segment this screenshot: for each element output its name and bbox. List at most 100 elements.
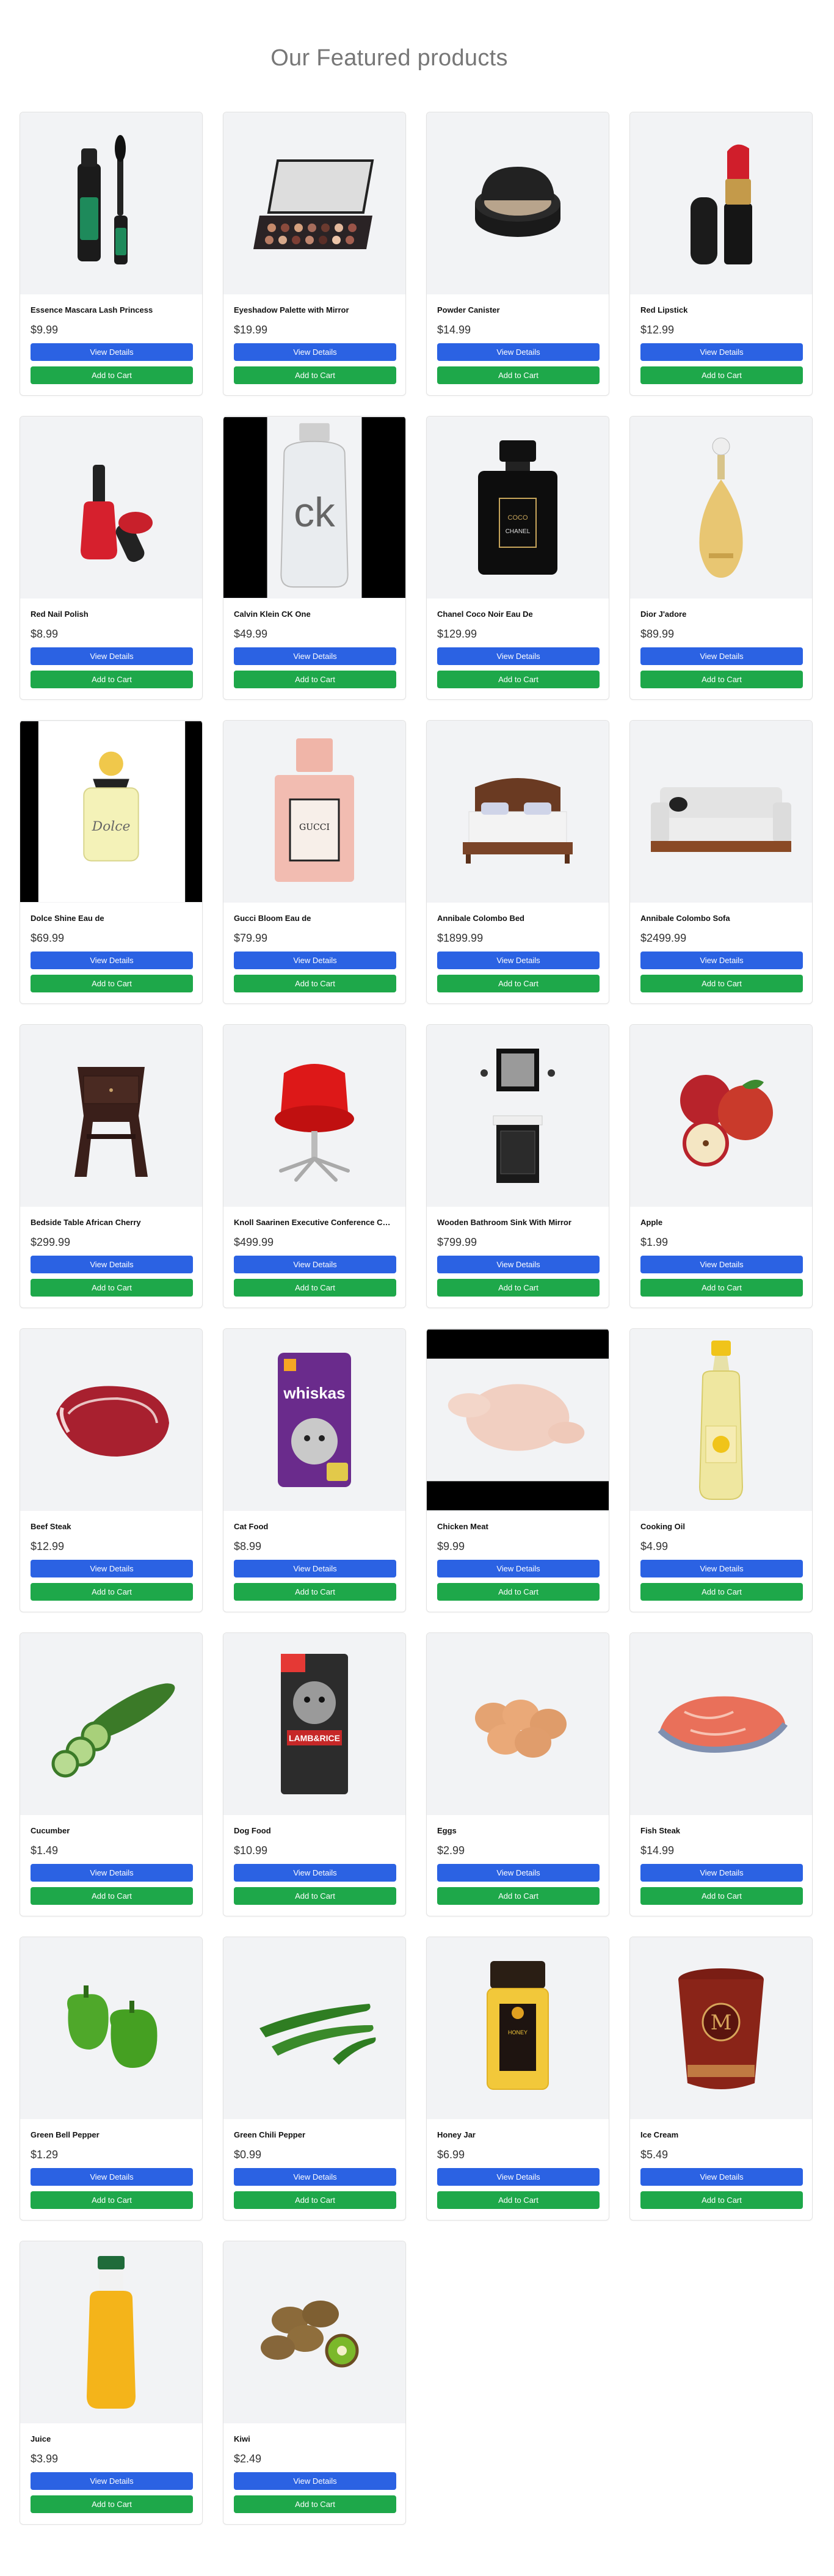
bell-pepper-icon [67,1985,158,2068]
view-details-button[interactable]: View Details [31,1560,193,1577]
product-image[interactable] [223,1025,405,1207]
product-image[interactable] [427,1633,609,1815]
view-details-button[interactable]: View Details [31,647,193,665]
view-details-button[interactable]: View Details [31,2168,193,2186]
product-card: Juice $3.99 View Details Add to Cart [20,2241,203,2525]
add-to-cart-button[interactable]: Add to Cart [31,2191,193,2209]
product-image[interactable]: whiskas [223,1329,405,1511]
view-details-button[interactable]: View Details [234,647,396,665]
product-image[interactable] [223,1937,405,2119]
view-details-button[interactable]: View Details [437,1560,600,1577]
add-to-cart-button[interactable]: Add to Cart [437,1887,600,1905]
product-image[interactable] [630,417,812,599]
add-to-cart-button[interactable]: Add to Cart [640,1583,803,1601]
product-image[interactable]: GUCCI [223,721,405,903]
product-info: Powder Canister $14.99 View Details Add … [427,294,609,384]
view-details-button[interactable]: View Details [437,647,600,665]
add-to-cart-button[interactable]: Add to Cart [640,1279,803,1297]
add-to-cart-button[interactable]: Add to Cart [31,1583,193,1601]
view-details-button[interactable]: View Details [640,1864,803,1882]
product-image[interactable] [223,2241,405,2423]
view-details-button[interactable]: View Details [31,1864,193,1882]
add-to-cart-button[interactable]: Add to Cart [234,975,396,992]
view-details-button[interactable]: View Details [234,2472,396,2490]
view-details-button[interactable]: View Details [234,2168,396,2186]
add-to-cart-button[interactable]: Add to Cart [31,1887,193,1905]
product-image[interactable]: HONEY [427,1937,609,2119]
add-to-cart-button[interactable]: Add to Cart [640,975,803,992]
product-info: Red Nail Polish $8.99 View Details Add t… [20,599,202,688]
product-image[interactable]: ck [223,417,405,599]
add-to-cart-button[interactable]: Add to Cart [640,671,803,688]
product-name: Powder Canister [437,305,500,315]
product-image[interactable] [630,1633,812,1815]
view-details-button[interactable]: View Details [437,343,600,361]
product-name: Knoll Saarinen Executive Conference Chai… [234,1218,395,1227]
view-details-button[interactable]: View Details [234,1256,396,1273]
view-details-button[interactable]: View Details [640,2168,803,2186]
view-details-button[interactable]: View Details [31,951,193,969]
add-to-cart-button[interactable]: Add to Cart [31,1279,193,1297]
view-details-button[interactable]: View Details [234,1560,396,1577]
add-to-cart-button[interactable]: Add to Cart [640,366,803,384]
add-to-cart-button[interactable]: Add to Cart [437,366,600,384]
add-to-cart-button[interactable]: Add to Cart [234,2495,396,2513]
product-image[interactable] [20,1633,202,1815]
product-image[interactable]: LAMB&RICE [223,1633,405,1815]
product-image[interactable]: M [630,1937,812,2119]
add-to-cart-button[interactable]: Add to Cart [234,1887,396,1905]
view-details-button[interactable]: View Details [640,1256,803,1273]
product-image[interactable] [630,1025,812,1207]
product-image[interactable] [427,1329,609,1511]
product-info: Dog Food $10.99 View Details Add to Cart [223,1815,405,1905]
add-to-cart-button[interactable]: Add to Cart [437,2191,600,2209]
add-to-cart-button[interactable]: Add to Cart [234,1279,396,1297]
product-image[interactable] [20,1025,202,1207]
add-to-cart-button[interactable]: Add to Cart [640,1887,803,1905]
view-details-button[interactable]: View Details [640,647,803,665]
product-image[interactable] [427,721,609,903]
product-image[interactable] [630,112,812,294]
product-name: Green Chili Pepper [234,2130,306,2139]
view-details-button[interactable]: View Details [31,2472,193,2490]
add-to-cart-button[interactable]: Add to Cart [31,366,193,384]
add-to-cart-button[interactable]: Add to Cart [234,1583,396,1601]
add-to-cart-button[interactable]: Add to Cart [31,975,193,992]
product-image[interactable] [427,1025,609,1207]
product-image[interactable] [223,112,405,294]
product-image[interactable] [20,1937,202,2119]
view-details-button[interactable]: View Details [234,951,396,969]
view-details-button[interactable]: View Details [437,951,600,969]
product-image[interactable] [20,112,202,294]
add-to-cart-button[interactable]: Add to Cart [234,366,396,384]
product-info: Honey Jar $6.99 View Details Add to Cart [427,2119,609,2209]
add-to-cart-button[interactable]: Add to Cart [437,1279,600,1297]
add-to-cart-button[interactable]: Add to Cart [437,975,600,992]
view-details-button[interactable]: View Details [640,343,803,361]
product-image[interactable] [427,112,609,294]
view-details-button[interactable]: View Details [437,1256,600,1273]
add-to-cart-button[interactable]: Add to Cart [437,671,600,688]
add-to-cart-button[interactable]: Add to Cart [234,671,396,688]
add-to-cart-button[interactable]: Add to Cart [437,1583,600,1601]
view-details-button[interactable]: View Details [31,343,193,361]
product-image[interactable] [630,721,812,903]
product-image[interactable] [20,1329,202,1511]
view-details-button[interactable]: View Details [437,2168,600,2186]
view-details-button[interactable]: View Details [234,1864,396,1882]
view-details-button[interactable]: View Details [640,1560,803,1577]
add-to-cart-button[interactable]: Add to Cart [640,2191,803,2209]
view-details-button[interactable]: View Details [234,343,396,361]
add-to-cart-button[interactable]: Add to Cart [234,2191,396,2209]
product-price: $10.99 [234,1844,268,1857]
add-to-cart-button[interactable]: Add to Cart [31,671,193,688]
product-image[interactable] [20,417,202,599]
view-details-button[interactable]: View Details [437,1864,600,1882]
add-to-cart-button[interactable]: Add to Cart [31,2495,193,2513]
product-image[interactable]: COCO CHANEL [427,417,609,599]
view-details-button[interactable]: View Details [31,1256,193,1273]
product-image[interactable] [630,1329,812,1511]
product-image[interactable]: Dolce [20,721,202,903]
view-details-button[interactable]: View Details [640,951,803,969]
product-image[interactable] [20,2241,202,2423]
